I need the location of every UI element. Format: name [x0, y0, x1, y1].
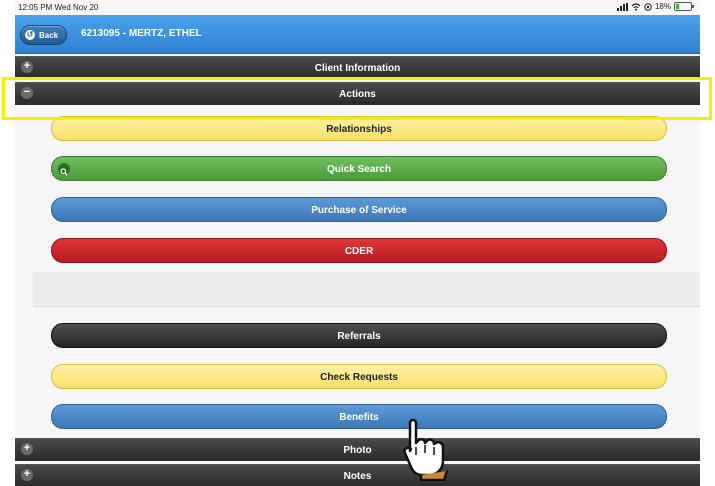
- battery-percent: 18%: [654, 2, 671, 11]
- purchase-of-service-label: Purchase of Service: [311, 205, 407, 216]
- status-bar: 12:05 PM Wed Nov 20 18%: [15, 0, 700, 15]
- section-client-information[interactable]: + Client Information: [15, 56, 700, 79]
- benefits-button[interactable]: Benefits: [51, 404, 667, 429]
- cder-button[interactable]: CDER: [51, 238, 667, 263]
- status-indicators: 18%: [616, 2, 694, 11]
- quick-search-label: Quick Search: [327, 164, 391, 175]
- section-label-notes: Notes: [343, 471, 372, 482]
- section-label-client-information: Client Information: [314, 63, 401, 74]
- cder-label: CDER: [344, 246, 374, 257]
- app-frame: 12:05 PM Wed Nov 20 18% ↺ Back 6213095 -…: [15, 0, 700, 486]
- quick-search-button[interactable]: Quick Search: [51, 156, 667, 181]
- pointing-hand-icon: [403, 418, 449, 481]
- wifi-icon: [631, 2, 641, 11]
- status-time: 12:05 PM Wed Nov 20: [18, 3, 99, 12]
- purchase-of-service-button[interactable]: Purchase of Service: [51, 197, 667, 222]
- battery-icon: [674, 2, 694, 11]
- back-arrow-icon: ↺: [25, 30, 35, 40]
- search-icon: [58, 163, 70, 176]
- check-requests-label: Check Requests: [320, 372, 398, 383]
- back-button[interactable]: ↺ Back: [20, 25, 68, 45]
- relationships-label: Relationships: [326, 124, 392, 135]
- referrals-button[interactable]: Referrals: [51, 323, 667, 348]
- page-title: 6213095 - MERTZ, ETHEL: [81, 28, 202, 39]
- back-label: Back: [39, 30, 59, 40]
- section-photo[interactable]: + Photo: [15, 438, 700, 461]
- section-notes[interactable]: + Notes: [15, 464, 700, 486]
- orientation-lock-icon: [644, 2, 652, 11]
- empty-action-slot: [33, 272, 700, 307]
- section-label-photo: Photo: [343, 445, 372, 456]
- actions-highlight-box: [2, 77, 712, 120]
- check-requests-button[interactable]: Check Requests: [51, 364, 667, 389]
- benefits-label: Benefits: [339, 412, 379, 423]
- referrals-label: Referrals: [337, 331, 381, 342]
- app-header: ↺ Back 6213095 - MERTZ, ETHEL: [15, 15, 700, 54]
- signal-icon: [616, 2, 628, 11]
